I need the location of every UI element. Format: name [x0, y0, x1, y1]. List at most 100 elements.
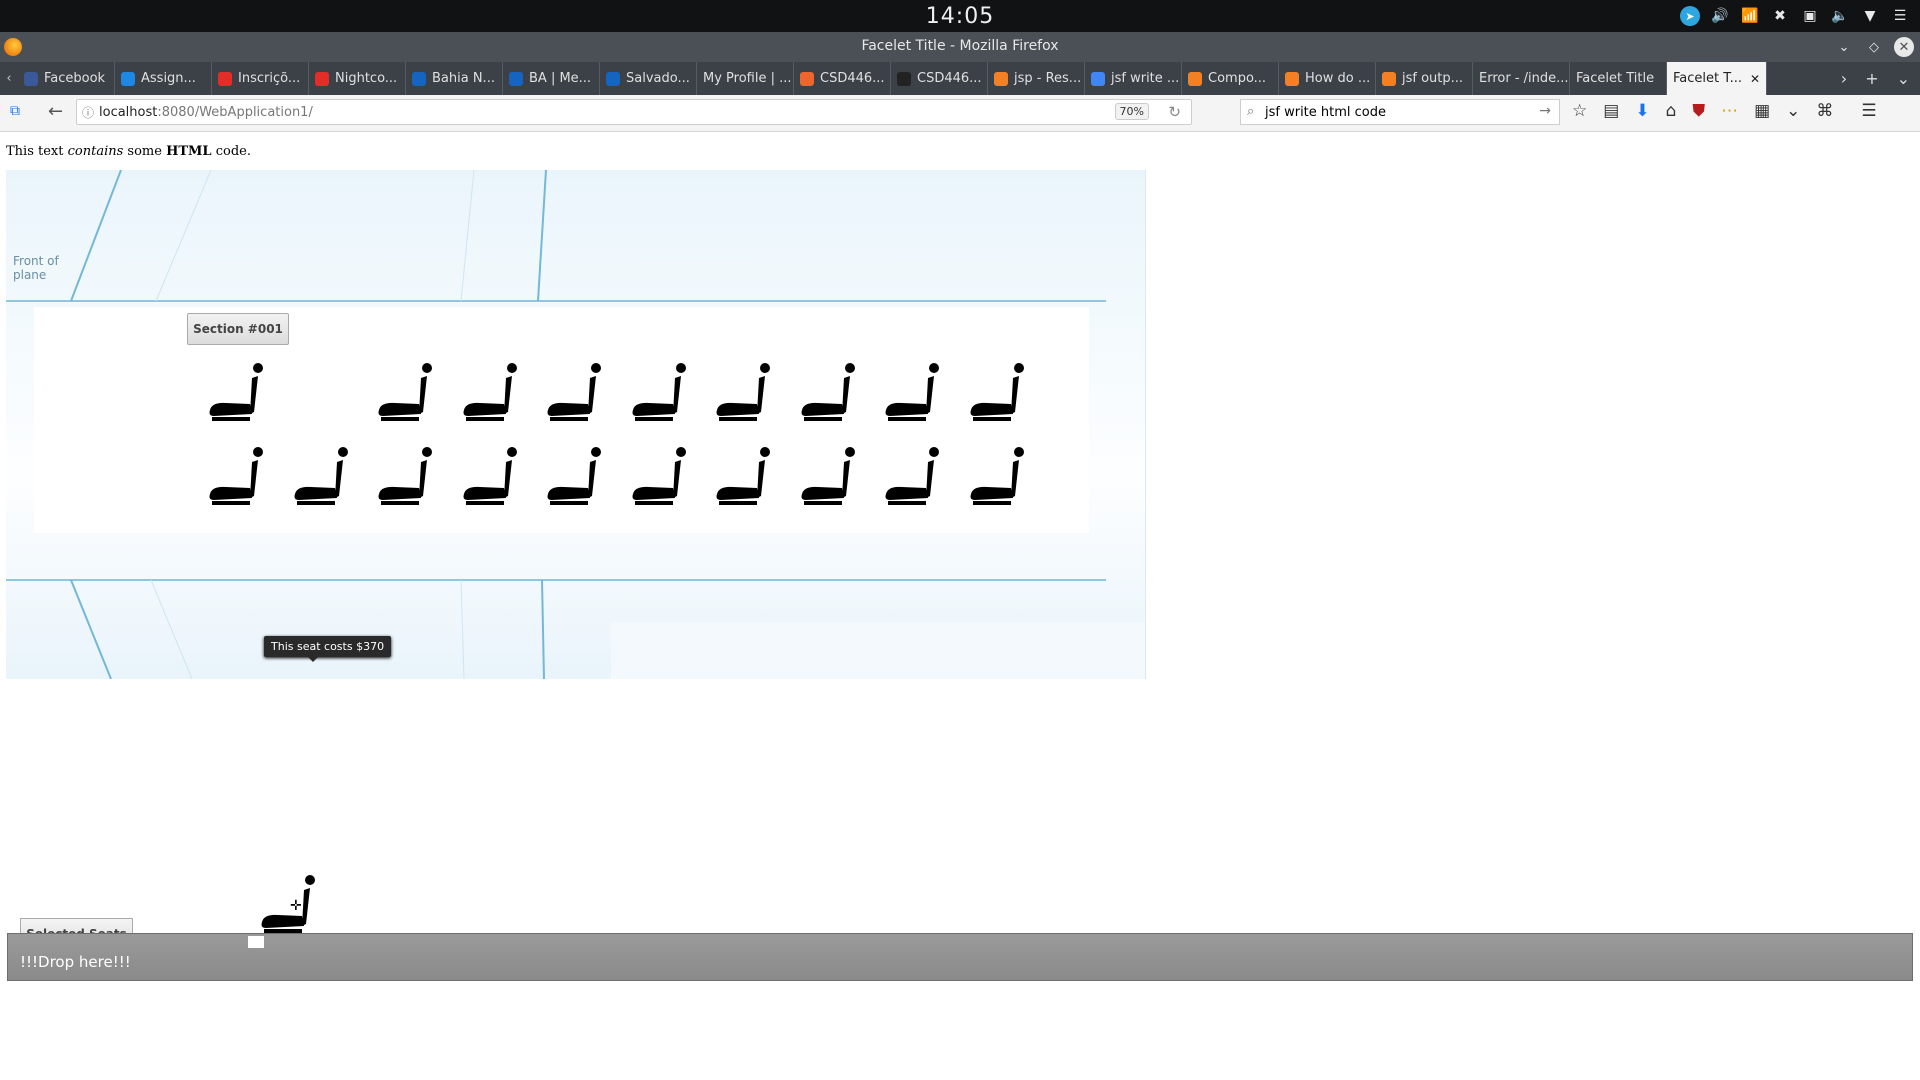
seat-icon — [716, 363, 770, 421]
reload-icon[interactable]: ↻ — [1168, 103, 1181, 121]
tab-6[interactable]: Salvado... — [600, 62, 697, 95]
seat-r1-c9[interactable] — [882, 362, 940, 426]
seat-r1-c6[interactable] — [629, 362, 687, 426]
back-button[interactable]: ← — [48, 101, 63, 122]
seat-r2-c4[interactable] — [460, 446, 518, 510]
menu-icon[interactable]: ☰ — [1890, 6, 1910, 26]
ublock-icon[interactable]: ⛊ — [1692, 101, 1705, 121]
home-icon[interactable]: ⌂ — [1666, 101, 1677, 121]
tab-8[interactable]: CSD446... — [794, 62, 891, 95]
tab-5[interactable]: BA | Me... — [503, 62, 600, 95]
intro-em: contains — [67, 144, 124, 159]
tab-2[interactable]: Inscriçõ... — [212, 62, 309, 95]
tab-0[interactable]: Facebook — [18, 62, 115, 95]
tab-12[interactable]: Compo... — [1182, 62, 1279, 95]
tab-list-dropdown-icon[interactable]: ⌄ — [1897, 69, 1910, 88]
navigation-bar: ⧉ ← ⓘ localhost:8080/WebApplication1/ 70… — [0, 95, 1920, 132]
dropdown-icon[interactable]: ⌄ — [1786, 101, 1800, 121]
seat-r1-c4[interactable] — [460, 362, 518, 426]
close-tab-icon[interactable]: ✕ — [1750, 72, 1760, 86]
close-circle-icon[interactable]: ✖ — [1770, 6, 1790, 26]
system-tray: ➤ 🔊 📶 ✖ ▣ 🔈 ▼ ☰ — [1680, 6, 1910, 26]
reading-list-icon[interactable]: ▤ — [1603, 101, 1619, 121]
tab-10[interactable]: jsp - Res... — [988, 62, 1085, 95]
url-bar[interactable]: ⓘ localhost:8080/WebApplication1/ 70% ↻ — [76, 99, 1192, 125]
tab-label: Inscriçõ... — [238, 71, 301, 86]
network-down-icon[interactable]: ▼ — [1860, 6, 1880, 26]
info-icon[interactable]: ⓘ — [77, 104, 99, 121]
maximize-icon[interactable]: ◇ — [1864, 37, 1884, 57]
seat-r1-c10[interactable] — [967, 362, 1025, 426]
seat-icon — [209, 447, 263, 505]
system-panel: 14:05 ➤ 🔊 📶 ✖ ▣ 🔈 ▼ ☰ — [0, 0, 1920, 32]
seat-r2-c9[interactable] — [882, 446, 940, 510]
tab-7[interactable]: My Profile | ... — [697, 62, 794, 95]
seat-r2-c10[interactable] — [967, 446, 1025, 510]
seat-r1-c3[interactable] — [375, 362, 433, 426]
dropbox-icon — [121, 71, 135, 86]
zoom-level[interactable]: 70% — [1114, 103, 1149, 120]
minimize-icon[interactable]: ⌄ — [1834, 37, 1854, 57]
tab-label: CSD446... — [820, 71, 885, 86]
dragged-seat[interactable] — [248, 874, 316, 948]
seat-r2-c5[interactable] — [544, 446, 602, 510]
seat-r1-c5[interactable] — [544, 362, 602, 426]
volume-icon[interactable]: 🔊 — [1710, 6, 1730, 26]
tab-9[interactable]: CSD446... — [891, 62, 988, 95]
seat-r1-c1[interactable] — [206, 362, 264, 426]
seat-r2-c7[interactable] — [713, 446, 771, 510]
google-icon — [1091, 71, 1105, 86]
tab-label: jsp - Res... — [1014, 71, 1082, 86]
github-icon — [897, 71, 911, 86]
close-window-button[interactable]: ✕ — [1894, 37, 1914, 57]
downloads-icon[interactable]: ⬇ — [1635, 101, 1649, 121]
seat-r2-c1[interactable] — [206, 446, 264, 510]
seat-icon — [801, 447, 855, 505]
hamburger-menu-icon[interactable]: ☰ — [1861, 101, 1876, 121]
seat-r2-c6[interactable] — [629, 446, 687, 510]
youtube-icon — [315, 71, 329, 86]
seat-price-tooltip: This seat costs $370 — [264, 636, 392, 662]
seat-r1-c7[interactable] — [713, 362, 771, 426]
tab-11[interactable]: jsf write ... — [1085, 62, 1182, 95]
seat-r2-c2[interactable] — [291, 446, 349, 510]
tabs-scroll-left-icon[interactable]: ‹ — [0, 62, 18, 95]
seat-r2-c3[interactable] — [375, 446, 433, 510]
tab-4[interactable]: Bahia N... — [406, 62, 503, 95]
url-path: :8080/WebApplication1/ — [157, 104, 313, 120]
telegram-icon[interactable]: ➤ — [1680, 6, 1700, 26]
drag-ghost — [248, 936, 264, 948]
tab-label: Nightco... — [335, 71, 398, 86]
clipboard-icon[interactable]: ▣ — [1800, 6, 1820, 26]
tab-14[interactable]: jsf outp... — [1376, 62, 1473, 95]
tab-15[interactable]: Error - /inde... — [1473, 62, 1570, 95]
tab-label: jsf outp... — [1402, 71, 1464, 86]
tab-label: Facelet T... — [1673, 71, 1743, 86]
search-input[interactable]: ⌕ jsf write html code → — [1240, 99, 1560, 125]
bookmark-star-icon[interactable]: ☆ — [1572, 101, 1587, 121]
tab-16[interactable]: Facelet Title — [1570, 62, 1667, 95]
speaker-icon[interactable]: 🔈 — [1830, 6, 1850, 26]
tag-icon[interactable]: ⌘ — [1816, 101, 1833, 121]
seat-r1-c8[interactable] — [798, 362, 856, 426]
tabs-scroll-right-icon[interactable]: › — [1841, 69, 1847, 88]
tab-13[interactable]: How do ... — [1279, 62, 1376, 95]
seat-r2-c8[interactable] — [798, 446, 856, 510]
seat-icon — [632, 363, 686, 421]
intro-strong: HTML — [166, 144, 212, 159]
more-dots-icon[interactable]: ⋯ — [1721, 101, 1738, 121]
seat-icon — [885, 447, 939, 505]
tab-active[interactable]: Facelet T... ✕ — [1667, 62, 1767, 95]
intro-post: code. — [211, 144, 251, 159]
tab-label: Bahia N... — [432, 71, 495, 86]
extension-icon[interactable]: ⧉ — [10, 103, 20, 119]
section-button[interactable]: Section #001 — [187, 313, 289, 345]
new-tab-icon[interactable]: + — [1865, 69, 1878, 88]
drop-zone-label: !!!Drop here!!! — [20, 953, 131, 971]
tab-1[interactable]: Assign... — [115, 62, 212, 95]
wifi-icon[interactable]: 📶 — [1740, 6, 1760, 26]
grid-icon[interactable]: ▦ — [1754, 101, 1770, 121]
stackoverflow-icon — [994, 71, 1008, 86]
tab-3[interactable]: Nightco... — [309, 62, 406, 95]
search-go-icon[interactable]: → — [1539, 103, 1551, 119]
